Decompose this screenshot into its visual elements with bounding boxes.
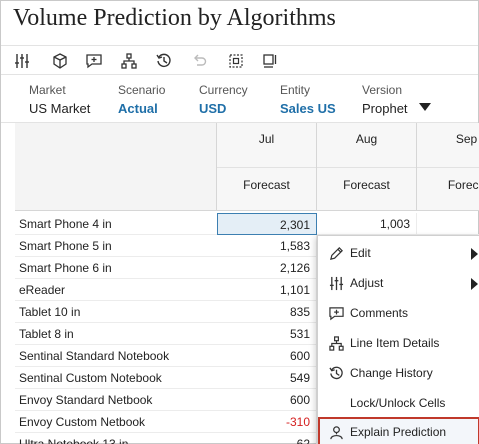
pov-entity-label: Entity [280, 83, 311, 97]
hierarchy-icon[interactable] [118, 50, 140, 72]
menu-item-line-item-details[interactable]: Line Item Details [318, 328, 479, 358]
pov-version-value[interactable]: Prophet [362, 100, 408, 118]
menu-item-explain-prediction[interactable]: Explain Prediction [318, 417, 479, 444]
data-cell[interactable]: 1,583 [217, 235, 317, 257]
adjust-sliders-icon[interactable] [11, 50, 33, 72]
data-cell[interactable]: 1,101 [217, 279, 317, 301]
comment-icon[interactable] [83, 50, 105, 72]
page-title: Volume Prediction by Algorithms [13, 5, 336, 31]
data-cell[interactable]: 549 [217, 367, 317, 389]
menu-item-comments[interactable]: Comments [318, 298, 479, 328]
hierarchy-icon [328, 335, 344, 351]
row-label: Envoy Standard Netbook [15, 389, 217, 411]
pov-version[interactable]: Version Prophet [362, 83, 408, 118]
cube-icon[interactable] [49, 50, 71, 72]
row-label: Smart Phone 6 in [15, 257, 217, 279]
menu-item-label: Change History [350, 366, 433, 380]
column-month: Aug [355, 132, 378, 146]
data-cell[interactable]: 835 [217, 301, 317, 323]
pov-market-label: Market [29, 83, 66, 97]
data-cell[interactable]: 2,126 [217, 257, 317, 279]
chevron-right-icon [471, 248, 478, 260]
row-label: Sentinal Standard Notebook [15, 345, 217, 367]
column-month: Jul [258, 132, 275, 146]
grid-icon[interactable] [225, 50, 247, 72]
toolbar [1, 45, 478, 75]
column-header-sep[interactable]: Sep Foreca [417, 123, 479, 211]
data-cell[interactable]: 600 [217, 345, 317, 367]
menu-item-label: Line Item Details [350, 336, 440, 350]
comment-icon [328, 305, 344, 321]
grid-corner [15, 123, 217, 211]
column-scenario: Foreca [447, 178, 479, 192]
column-month: Sep [455, 132, 478, 146]
menu-item-label: Adjust [350, 276, 384, 290]
pov-market-value: US Market [29, 101, 91, 116]
menu-item-label: Comments [350, 306, 409, 320]
column-header-aug[interactable]: Aug Forecast [317, 123, 417, 211]
menu-item-label: Lock/Unlock Cells [350, 396, 446, 410]
menu-item-change-history[interactable]: Change History [318, 358, 479, 388]
menu-item-edit[interactable]: Edit [318, 238, 479, 268]
chevron-right-icon [471, 278, 478, 290]
row-label: eReader [15, 279, 217, 301]
pov-market[interactable]: Market US Market [29, 83, 90, 118]
data-cell[interactable]: 531 [217, 323, 317, 345]
pov-scenario-label: Scenario [118, 83, 166, 97]
menu-item-label: Explain Prediction [350, 425, 447, 439]
menu-item-adjust[interactable]: Adjust [318, 268, 479, 298]
data-cell[interactable]: -310 [217, 411, 317, 433]
column-scenario: Forecast [343, 178, 390, 192]
row-label: Tablet 10 in [15, 301, 217, 323]
pov-currency-label: Currency [199, 83, 248, 97]
row-label: Ultra Notebook 13 in [15, 433, 217, 444]
row-label: Envoy Custom Netbook [15, 411, 217, 433]
lock-icon [328, 395, 344, 411]
row-label: Tablet 8 in [15, 323, 217, 345]
pov-version-label: Version [362, 83, 403, 97]
history-icon[interactable] [153, 50, 175, 72]
pov-currency-value[interactable]: USD [199, 100, 248, 118]
pov-entity[interactable]: Entity Sales US [280, 83, 336, 118]
row-label: Smart Phone 4 in [15, 213, 217, 235]
pov-scenario[interactable]: Scenario Actual [118, 83, 165, 118]
pov-bar: Market US Market Scenario Actual Currenc… [1, 77, 478, 123]
row-label: Sentinal Custom Notebook [15, 367, 217, 389]
menu-item-lock-unlock-cells[interactable]: Lock/Unlock Cells [318, 388, 479, 418]
column-scenario: Forecast [243, 178, 290, 192]
history-icon [328, 365, 344, 381]
context-menu: Edit Adjust Comments Line Item Details C… [317, 235, 479, 444]
pov-scenario-value[interactable]: Actual [118, 100, 165, 118]
menu-item-label: Edit [350, 246, 371, 260]
data-cell[interactable]: 2,301 [217, 213, 317, 235]
data-cell[interactable]: 62 [217, 433, 317, 444]
chevron-down-icon[interactable] [419, 103, 431, 111]
row-label: Smart Phone 5 in [15, 235, 217, 257]
pencil-icon [328, 245, 344, 261]
pov-currency[interactable]: Currency USD [199, 83, 248, 118]
form-icon[interactable] [259, 50, 281, 72]
data-cell[interactable]: 600 [217, 389, 317, 411]
explain-icon [328, 424, 344, 440]
adjust-sliders-icon [328, 275, 344, 291]
data-cell[interactable] [417, 213, 479, 235]
column-header-jul[interactable]: Jul Forecast [217, 123, 317, 211]
data-cell[interactable]: 1,003 [317, 213, 417, 235]
pov-entity-value[interactable]: Sales US [280, 100, 336, 118]
undo-icon [188, 50, 210, 72]
